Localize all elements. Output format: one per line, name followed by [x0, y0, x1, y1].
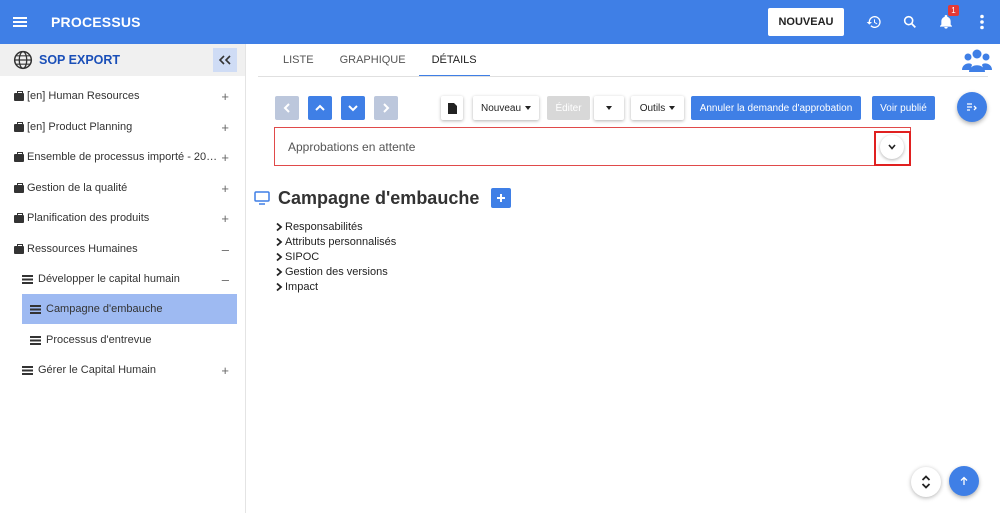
view-tabs: LISTE GRAPHIQUE DÉTAILS: [270, 44, 490, 77]
expand-icon[interactable]: +: [221, 211, 229, 226]
briefcase-icon: [14, 182, 24, 193]
chevron-right-icon: [383, 103, 390, 113]
sidebar-item-develop-capital[interactable]: Développer le capital humain –: [0, 264, 245, 294]
section-responsabilites[interactable]: Responsabilités: [274, 219, 396, 234]
edit-dropdown-button[interactable]: [594, 96, 624, 120]
scroll-to-top-button[interactable]: [949, 466, 979, 496]
caret-down-icon: [525, 106, 532, 110]
document-button[interactable]: [441, 96, 463, 120]
collapse-sidebar-button[interactable]: [213, 48, 237, 72]
sidebar-item-ressources-humaines[interactable]: Ressources Humaines –: [0, 234, 245, 264]
expand-icon[interactable]: +: [221, 89, 229, 104]
collapse-icon[interactable]: –: [222, 242, 229, 257]
section-impact[interactable]: Impact: [274, 280, 396, 295]
tools-dropdown-button[interactable]: Outils: [631, 96, 684, 120]
chevron-down-icon: [888, 144, 896, 150]
list-icon: [30, 304, 43, 314]
notification-badge: 1: [948, 5, 959, 16]
search-icon[interactable]: [892, 0, 928, 44]
briefcase-icon: [14, 90, 24, 101]
process-sections: Responsabilités Attributs personnalisés …: [274, 219, 396, 295]
list-icon: [22, 365, 35, 375]
cancel-approval-button[interactable]: Annuler la demande d'approbation: [691, 96, 861, 120]
sidebar-item-campagne-embauche[interactable]: Campagne d'embauche: [22, 294, 237, 324]
sidebar-header: SOP EXPORT: [0, 44, 245, 76]
expand-collapse-all-button[interactable]: [911, 467, 941, 497]
list-icon: [30, 335, 43, 345]
unfold-icon: [921, 475, 931, 489]
sidebar-title: SOP EXPORT: [39, 53, 121, 67]
caret-down-icon: [669, 106, 676, 110]
list-icon: [22, 274, 35, 284]
tab-graphique[interactable]: GRAPHIQUE: [327, 44, 419, 77]
more-vert-icon[interactable]: [964, 0, 1000, 44]
add-button[interactable]: [491, 188, 512, 208]
process-title: Campagne d'embauche: [278, 187, 480, 208]
tabs-divider: [258, 76, 988, 77]
expand-icon[interactable]: +: [221, 150, 229, 165]
chevron-right-icon: [276, 267, 283, 277]
plus-icon: [497, 194, 506, 202]
move-down-button[interactable]: [341, 96, 365, 120]
expand-approvals-button[interactable]: [880, 135, 904, 159]
new-dropdown-button[interactable]: Nouveau: [473, 96, 539, 120]
pending-approvals-label: Approbations en attente: [288, 139, 416, 154]
sidebar-item-product-planning-fr[interactable]: Planification des produits +: [0, 203, 245, 233]
panel-toggle-button[interactable]: [957, 92, 987, 122]
new-button[interactable]: NOUVEAU: [768, 8, 844, 36]
chevron-down-icon: [348, 105, 358, 112]
briefcase-icon: [14, 212, 24, 223]
chevron-right-icon: [276, 283, 283, 292]
chevron-right-icon: [276, 252, 283, 262]
history-icon[interactable]: [856, 0, 892, 44]
move-up-button[interactable]: [308, 96, 332, 120]
process-header: Campagne d'embauche: [254, 186, 512, 210]
chevron-left-icon: [283, 103, 290, 113]
app-title: PROCESSUS: [51, 14, 141, 30]
top-app-bar: PROCESSUS NOUVEAU 1: [0, 0, 1000, 44]
next-button[interactable]: [374, 96, 398, 120]
users-group-icon[interactable]: [962, 48, 992, 74]
arrow-up-icon: [960, 476, 968, 485]
sidebar-item-processus-entrevue[interactable]: Processus d'entrevue: [0, 325, 245, 355]
globe-icon: [13, 50, 33, 70]
chevron-right-icon: [276, 237, 283, 246]
sidebar: SOP EXPORT [en] Human Resources + [en] P…: [0, 44, 246, 513]
collapse-icon[interactable]: –: [222, 272, 229, 287]
bell-icon[interactable]: 1: [928, 0, 964, 44]
tab-liste[interactable]: LISTE: [270, 44, 327, 77]
expand-icon[interactable]: +: [221, 363, 229, 378]
chevron-right-icon: [276, 222, 283, 231]
sidebar-item-imported-set[interactable]: Ensemble de processus importé - 202… +: [0, 142, 245, 172]
previous-button[interactable]: [275, 96, 299, 120]
section-versions[interactable]: Gestion des versions: [274, 265, 396, 280]
sidebar-item-quality[interactable]: Gestion de la qualité +: [0, 173, 245, 203]
monitor-icon: [254, 191, 270, 205]
briefcase-icon: [14, 243, 24, 254]
sidebar-item-gerer-capital[interactable]: Gérer le Capital Humain +: [0, 355, 245, 385]
double-chevron-left-icon: [219, 55, 231, 65]
sidebar-item-human-resources[interactable]: [en] Human Resources +: [0, 81, 245, 111]
edit-button[interactable]: Éditer: [547, 96, 590, 120]
briefcase-icon: [14, 151, 24, 162]
caret-down-icon: [606, 106, 612, 110]
expand-icon[interactable]: +: [221, 181, 229, 196]
list-arrow-icon: [967, 103, 977, 111]
tab-details[interactable]: DÉTAILS: [418, 44, 490, 77]
section-attributs[interactable]: Attributs personnalisés: [274, 234, 396, 249]
view-published-button[interactable]: Voir publié: [872, 96, 935, 120]
expand-icon[interactable]: +: [221, 120, 229, 135]
sidebar-item-product-planning[interactable]: [en] Product Planning +: [0, 112, 245, 142]
chevron-up-icon: [315, 104, 325, 111]
pending-approvals-panel[interactable]: Approbations en attente: [274, 127, 911, 166]
menu-icon[interactable]: [13, 15, 33, 29]
section-sipoc[interactable]: SIPOC: [274, 249, 396, 264]
briefcase-icon: [14, 121, 24, 132]
document-icon: [447, 102, 457, 114]
